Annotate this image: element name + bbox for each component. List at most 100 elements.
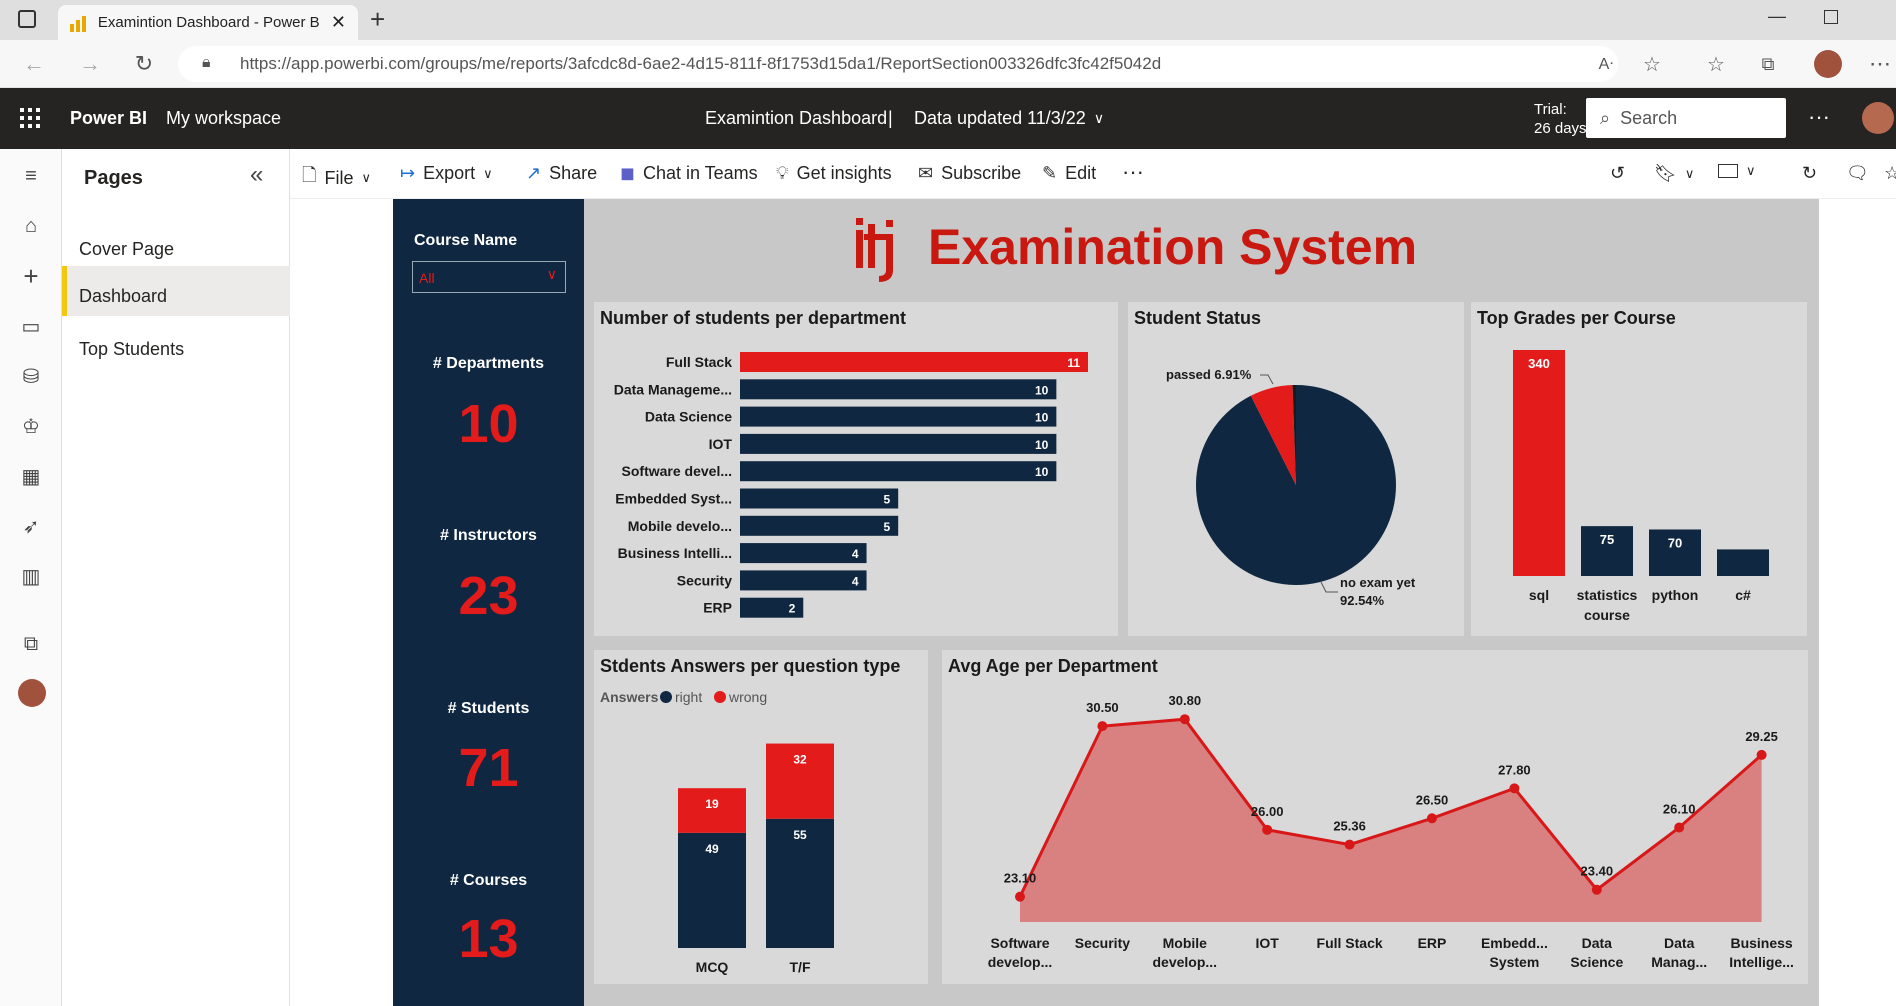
- bar-value-label: 10: [1035, 438, 1049, 452]
- subscribe-button[interactable]: ✉︎ Subscribe: [918, 163, 1021, 184]
- tab-close-icon[interactable]: ✕: [331, 12, 346, 33]
- toolbar-more-icon[interactable]: ···: [1122, 159, 1144, 185]
- browser-tab-bar: Examintion Dashboard - Power B ✕ + —: [0, 0, 1896, 40]
- course-filter-select[interactable]: All ∨: [412, 261, 566, 293]
- powerbi-header: Power BI My workspace Examintion Dashboa…: [0, 88, 1896, 149]
- bar: [1513, 350, 1565, 576]
- collections-icon[interactable]: ⧉: [1752, 48, 1784, 80]
- refresh-visuals-icon[interactable]: ↻: [1802, 163, 1817, 184]
- pie-label-noexam: no exam yet: [1340, 575, 1416, 590]
- data-point: [1427, 813, 1437, 824]
- profile-avatar[interactable]: [1814, 50, 1842, 78]
- card-students-per-department[interactable]: Number of students per department Full S…: [594, 302, 1118, 636]
- app-launcher-icon[interactable]: [20, 108, 40, 128]
- kpi-instructors-value: 23: [458, 566, 519, 626]
- share-icon: ↗: [526, 163, 542, 183]
- export-menu[interactable]: ↦ Export ∨: [400, 163, 493, 184]
- address-bar-row: ← → ↻ 🔒︎ https://app.powerbi.com/groups/…: [0, 40, 1896, 88]
- kpi-courses-value: 13: [458, 909, 519, 969]
- view-icon[interactable]: ∨: [1718, 163, 1756, 179]
- chart-top-grades: 340 sql 75 statistics course 70 python c#: [1513, 350, 1769, 623]
- x-category-label: Full Stack: [1317, 935, 1383, 951]
- back-icon[interactable]: ←: [18, 48, 50, 80]
- get-insights-button[interactable]: 💡︎ Get insights: [776, 163, 892, 184]
- bar-category-label: Full Stack: [666, 354, 732, 370]
- data-updated-dropdown[interactable]: Data updated 11/3/22 ∨: [914, 108, 1104, 129]
- browser-menu-icon[interactable]: ⋯: [1864, 48, 1896, 80]
- header-separator: |: [888, 108, 893, 128]
- card-student-status[interactable]: Student Status passed 6.91% no exam yet 92…: [1128, 302, 1464, 636]
- my-workspace-icon[interactable]: ⧉: [16, 629, 46, 659]
- page-top-students[interactable]: Top Students: [62, 319, 290, 369]
- read-aloud-icon[interactable]: Aᐧ: [1590, 48, 1622, 80]
- header-more-icon[interactable]: ···: [1808, 104, 1830, 130]
- forward-icon[interactable]: →: [74, 48, 106, 80]
- reset-icon[interactable]: ↺: [1610, 163, 1625, 184]
- data-point: [1262, 824, 1273, 835]
- share-button[interactable]: ↗ Share: [526, 163, 597, 184]
- course-filter-label: Course Name: [414, 232, 518, 249]
- legend-marker: [660, 691, 672, 703]
- chat-in-teams-button[interactable]: ◼ Chat in Teams: [620, 163, 758, 184]
- data-label: 30.80: [1169, 693, 1202, 708]
- favorites-icon[interactable]: ☆: [1700, 48, 1732, 80]
- page-dashboard[interactable]: Dashboard: [62, 266, 290, 316]
- collapse-pages-icon[interactable]: «: [250, 161, 263, 189]
- refresh-icon[interactable]: ↻: [128, 48, 160, 80]
- bookmark-icon[interactable]: 🔖︎ ∨: [1654, 163, 1694, 184]
- x-category-label: Science: [1570, 954, 1623, 970]
- create-icon[interactable]: +: [16, 261, 46, 291]
- legend-label: wrong: [728, 689, 767, 705]
- card-top-grades[interactable]: Top Grades per Course 340 sql 75 statistics…: [1471, 302, 1807, 636]
- data-label: 23.40: [1581, 864, 1614, 879]
- data-point: [1179, 714, 1190, 725]
- browser-tab[interactable]: Examintion Dashboard - Power B ✕: [58, 5, 358, 40]
- bar-value-label: 340: [1528, 356, 1550, 371]
- workspaces-icon[interactable]: ▥: [16, 561, 46, 591]
- data-label: 25.36: [1333, 819, 1366, 834]
- data-point: [1509, 783, 1520, 794]
- url-field[interactable]: 🔒︎ https://app.powerbi.com/groups/me/rep…: [178, 46, 1618, 82]
- workspace-link[interactable]: My workspace: [166, 108, 281, 129]
- bar-value-label: 11: [1067, 356, 1080, 370]
- bar-value-label: 19: [705, 797, 719, 811]
- bar: [740, 543, 867, 564]
- search-box[interactable]: ⌕ Search: [1586, 98, 1786, 138]
- rail-user-avatar[interactable]: [18, 679, 46, 707]
- comment-icon[interactable]: 🗨︎: [1846, 163, 1869, 184]
- card-avg-age[interactable]: Avg Age per Department 23.10 Software deve…: [942, 650, 1808, 984]
- x-category-label: Security: [1075, 935, 1130, 951]
- favorite-add-icon[interactable]: ☆: [1636, 48, 1668, 80]
- card-answers-per-type[interactable]: Stdents Answers per question type Answer…: [594, 650, 928, 984]
- user-avatar[interactable]: [1862, 102, 1894, 134]
- file-label: File: [324, 167, 354, 188]
- page-cover[interactable]: Cover Page: [62, 219, 290, 269]
- learn-icon[interactable]: ➶: [16, 511, 46, 541]
- pencil-icon: ✎: [1042, 163, 1058, 183]
- hamburger-icon[interactable]: ≡: [16, 161, 46, 191]
- bar-value-label: 5: [883, 520, 890, 534]
- data-point: [1756, 749, 1767, 760]
- chevron-down-icon: ∨: [361, 170, 372, 185]
- restore-icon[interactable]: [1824, 10, 1838, 24]
- new-tab-icon[interactable]: +: [370, 4, 385, 35]
- file-menu[interactable]: 🗋︎ File ∨: [302, 163, 371, 193]
- favorite-star-icon[interactable]: ☆: [1884, 163, 1896, 184]
- x-category-label: Business: [1730, 935, 1792, 951]
- goals-icon[interactable]: ♔: [16, 411, 46, 441]
- home-icon[interactable]: ⌂: [16, 211, 46, 241]
- datahub-icon[interactable]: ⛁: [16, 361, 46, 391]
- apps-icon[interactable]: ▦: [16, 461, 46, 491]
- bar-category-label: sql: [1529, 587, 1549, 603]
- browse-icon[interactable]: ▭: [16, 311, 46, 341]
- minimize-icon[interactable]: —: [1768, 6, 1786, 27]
- bar-category-label: c#: [1735, 587, 1751, 603]
- edit-button[interactable]: ✎ Edit: [1042, 163, 1096, 184]
- x-category-label: develop...: [1153, 954, 1218, 970]
- brand-name[interactable]: Power BI: [70, 108, 147, 129]
- data-point: [1015, 891, 1025, 902]
- data-label: 30.50: [1086, 700, 1119, 715]
- bar-category-label: T/F: [790, 959, 811, 975]
- tab-actions-icon[interactable]: [18, 10, 36, 28]
- chart-title: Number of students per department: [600, 308, 907, 328]
